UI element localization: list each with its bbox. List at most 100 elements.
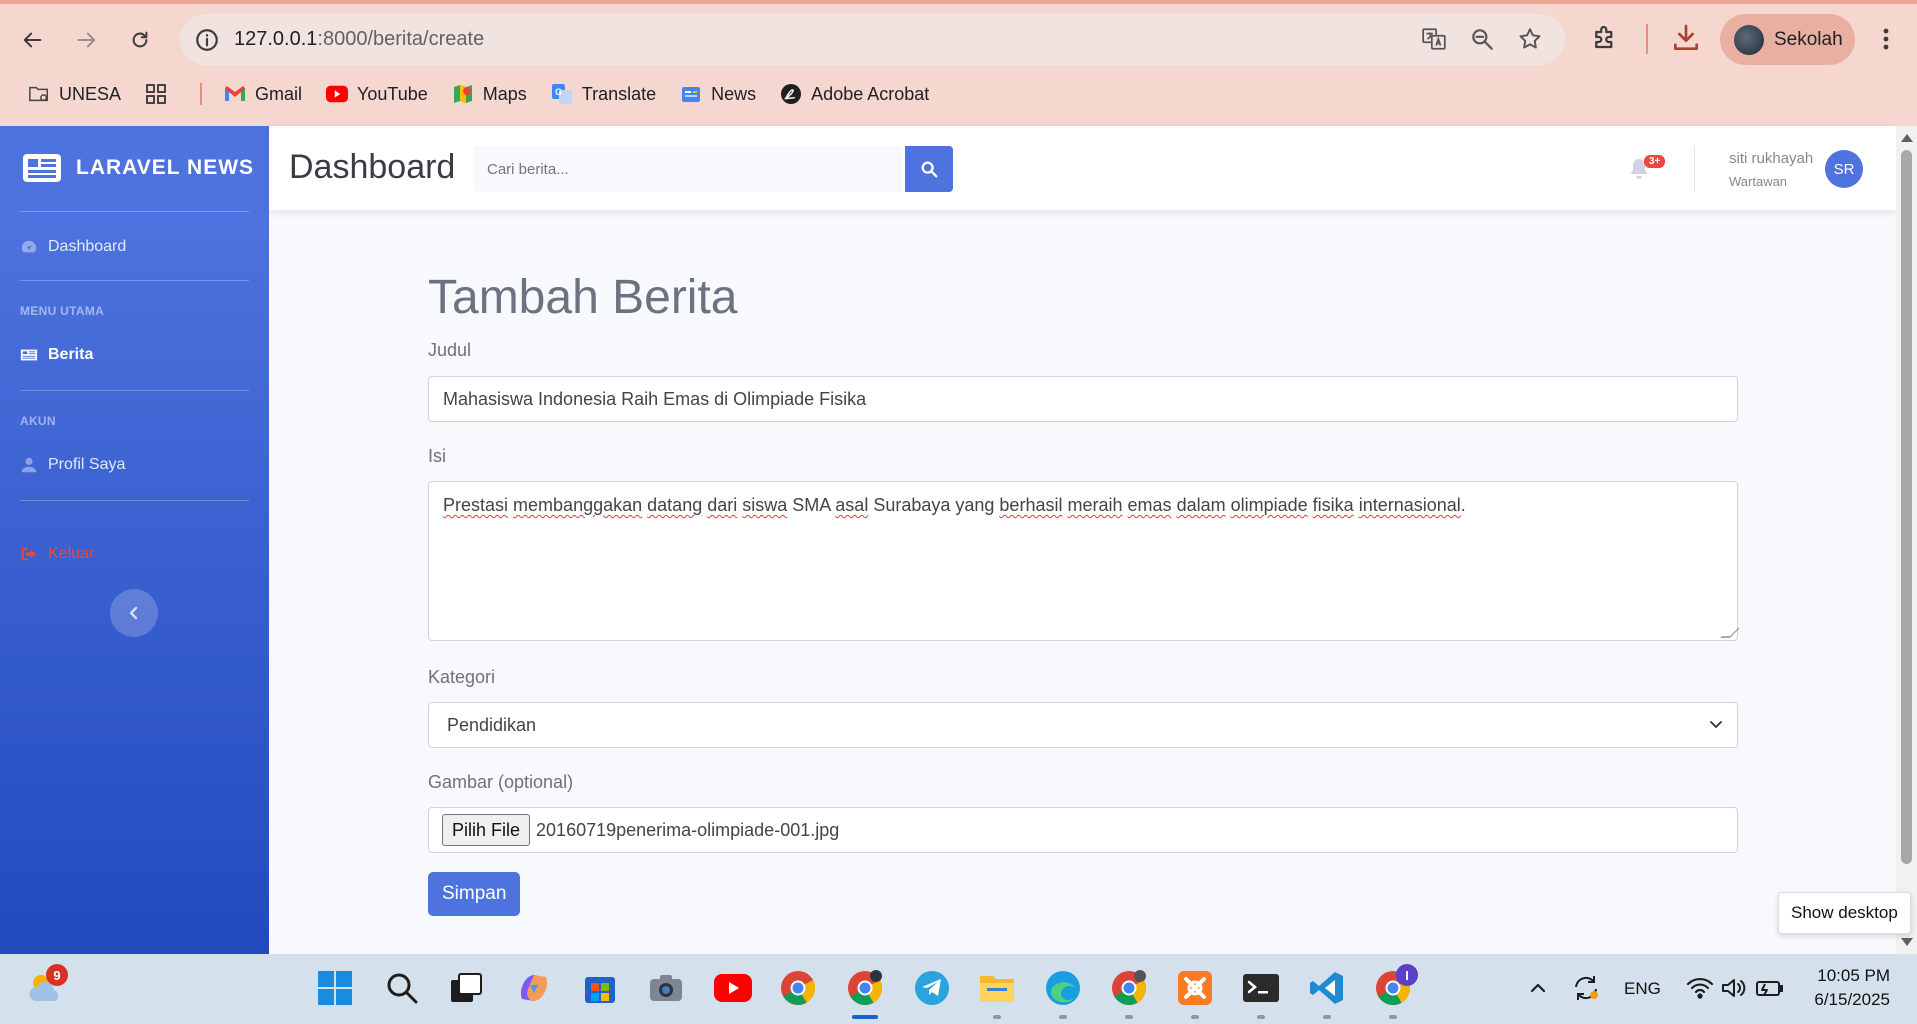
save-button[interactable]: Simpan <box>428 872 521 916</box>
bookmarks-bar: UNESA Gmail YouTube Maps G Translate New… <box>28 80 953 108</box>
reload-icon <box>132 31 148 48</box>
taskbar-chrome-profile-2[interactable] <box>1109 968 1149 1008</box>
reload-button[interactable] <box>122 22 158 58</box>
user-name[interactable]: siti rukhayah <box>1729 150 1813 167</box>
puzzle-icon <box>1595 25 1613 49</box>
clock-time[interactable]: 10:05 PM <box>1816 966 1890 986</box>
show-desktop-tooltip: Show desktop <box>1778 892 1911 934</box>
search-icon <box>921 161 938 178</box>
taskbar-copilot[interactable] <box>514 968 554 1008</box>
vscode-icon <box>1310 972 1343 1004</box>
chrome-icon <box>781 971 815 1005</box>
maps-icon <box>452 83 474 105</box>
start-button[interactable] <box>315 968 355 1008</box>
bookmark-translate[interactable]: G Translate <box>551 83 656 105</box>
profile-button[interactable]: Sekolah <box>1720 14 1855 65</box>
taskbar-youtube[interactable] <box>713 968 753 1008</box>
url-path: :8000/berita/create <box>317 28 485 50</box>
clock-date[interactable]: 6/15/2025 <box>1808 990 1890 1010</box>
translate-page-icon[interactable] <box>1421 26 1447 52</box>
camera-icon <box>650 975 682 1001</box>
sidebar-item-berita[interactable]: Berita <box>20 346 93 364</box>
taskbar-terminal[interactable] <box>1241 968 1281 1008</box>
sidebar-item-profile[interactable]: Profil Saya <box>20 456 125 474</box>
choose-file-button[interactable]: Pilih File <box>442 814 531 846</box>
app-indicator <box>1389 1015 1397 1019</box>
chevron-down-icon <box>1710 721 1722 728</box>
apps-grid-icon <box>145 83 167 105</box>
apps-grid-button[interactable] <box>145 83 176 105</box>
tray-battery[interactable] <box>1750 968 1790 1008</box>
browser-chrome: 127.0.0.1:8000/berita/create Sekolah UNE… <box>0 0 1917 126</box>
text-fragment: . <box>1460 495 1466 515</box>
bookmark-news[interactable]: News <box>680 83 756 105</box>
taskbar-edge[interactable] <box>1043 968 1083 1008</box>
search-button[interactable] <box>905 146 953 192</box>
search-input[interactable] <box>473 160 903 178</box>
topbar: Dashboard 3+ siti rukhayah Wartawan SR <box>269 126 1896 210</box>
kategori-selected: Pendidikan <box>447 715 537 735</box>
scroll-up-arrow[interactable] <box>1901 134 1913 142</box>
tray-overflow-button[interactable] <box>1518 968 1558 1008</box>
extensions-button[interactable] <box>1590 22 1620 57</box>
app-indicator <box>1257 1015 1265 1019</box>
scroll-thumb[interactable] <box>1901 150 1912 864</box>
app-indicator <box>1059 1015 1067 1019</box>
bookmark-label: Gmail <box>255 83 303 104</box>
sign-out-icon <box>21 547 37 561</box>
sidebar-item-logout[interactable]: Keluar <box>20 545 94 563</box>
resize-handle[interactable] <box>1720 628 1740 638</box>
taskbar-search[interactable] <box>382 968 422 1008</box>
taskbar-store[interactable] <box>580 968 620 1008</box>
sidebar-toggle-button[interactable] <box>110 589 158 637</box>
misspelled-word: olimpiade <box>1230 495 1308 515</box>
bookmark-gmail[interactable]: Gmail <box>224 83 302 105</box>
browser-menu-button[interactable] <box>1874 24 1898 59</box>
sidebar-heading-main: MENU UTAMA <box>20 304 105 318</box>
sidebar-heading-account: AKUN <box>20 414 56 428</box>
zoom-icon[interactable] <box>1469 26 1495 52</box>
user-avatar[interactable]: SR <box>1825 150 1863 188</box>
misspelled-word: dalam <box>1176 495 1226 515</box>
user-icon <box>21 457 37 473</box>
taskbar-chrome-active[interactable] <box>845 968 885 1008</box>
kategori-select[interactable]: Pendidikan <box>428 702 1738 748</box>
back-button[interactable] <box>15 22 51 58</box>
misspelled-word: berhasil <box>999 495 1063 515</box>
bookmark-acrobat[interactable]: Adobe Acrobat <box>780 83 929 105</box>
folder-gear-icon <box>28 83 50 105</box>
forward-button[interactable] <box>68 22 104 58</box>
taskbar-file-explorer[interactable] <box>977 968 1017 1008</box>
tray-sync[interactable] <box>1566 968 1606 1008</box>
task-view-button[interactable] <box>446 968 486 1008</box>
windows-icon <box>318 971 352 1005</box>
taskbar-vscode[interactable] <box>1307 968 1347 1008</box>
address-bar[interactable]: 127.0.0.1:8000/berita/create <box>180 14 1565 65</box>
bookmark-youtube[interactable]: YouTube <box>326 83 428 105</box>
bookmark-unesa[interactable]: UNESA <box>28 83 121 105</box>
brand-link[interactable]: LARAVEL NEWS <box>20 152 254 184</box>
isi-textarea[interactable]: Prestasi membanggakan datang dari siswa … <box>428 481 1740 641</box>
sidebar-item-dashboard[interactable]: Dashboard <box>20 238 126 256</box>
site-info-icon[interactable] <box>194 27 220 53</box>
scroll-down-arrow[interactable] <box>1901 938 1913 946</box>
taskbar-chrome[interactable] <box>778 968 818 1008</box>
language-indicator[interactable]: ENG <box>1624 979 1661 999</box>
copilot-icon <box>520 975 548 1001</box>
user-role: Wartawan <box>1729 174 1788 189</box>
taskbar-camera[interactable] <box>646 968 686 1008</box>
xampp-icon <box>1178 971 1212 1005</box>
taskbar-telegram[interactable] <box>912 968 952 1008</box>
bookmark-label: Maps <box>482 83 527 104</box>
bookmark-maps[interactable]: Maps <box>452 83 527 105</box>
downloads-button[interactable] <box>1670 22 1702 59</box>
search-icon <box>387 973 418 1004</box>
judul-label: Judul <box>428 340 472 360</box>
page-scrollbar[interactable] <box>1896 126 1917 954</box>
bookmark-star-icon[interactable] <box>1517 26 1543 52</box>
sidebar-divider <box>20 280 249 281</box>
app-indicator <box>1323 1015 1331 1019</box>
judul-input[interactable]: Mahasiswa Indonesia Raih Emas di Olimpia… <box>428 376 1738 422</box>
tray-volume[interactable] <box>1714 968 1754 1008</box>
taskbar-xampp[interactable] <box>1175 968 1215 1008</box>
